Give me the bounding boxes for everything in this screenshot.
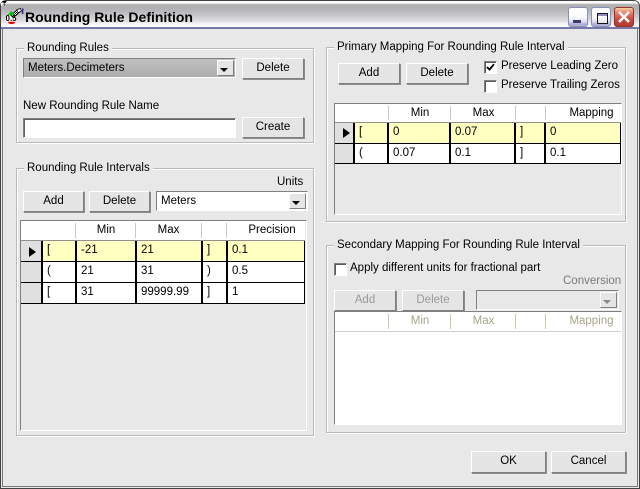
svg-text:0.5: 0.5	[6, 14, 17, 23]
